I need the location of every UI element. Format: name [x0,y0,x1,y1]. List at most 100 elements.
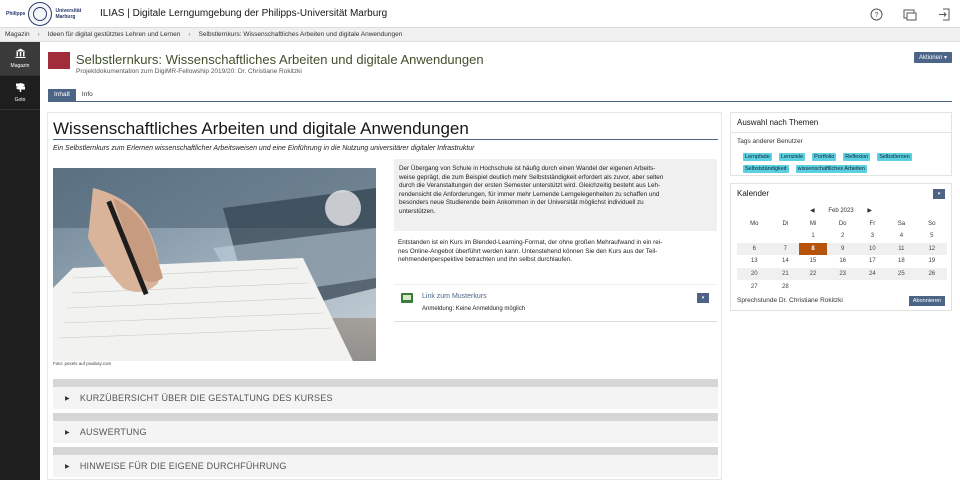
calendar-day[interactable]: 26 [916,267,947,280]
weekday-header: Sa [897,220,906,227]
actions-button[interactable]: Aktionen ▾ [913,52,952,63]
infobox-line: rendensicht die Anforderungen, für immer… [399,190,660,198]
calendar-week-row: 6 7 8 9 10 11 12 [737,242,947,255]
tag-link[interactable]: Selbstlernen [877,153,912,161]
accordion-title: KURZÜBERSICHT ÜBER DIE GESTALTUNG DES KU… [79,393,333,403]
weekday-header: Fr [869,220,876,227]
expand-triangle-icon: ▶ [65,429,70,436]
calendar-title-text: Kalender [737,189,770,198]
calendar-day[interactable]: 28 [771,279,800,293]
calendar-week-row: 12345 [737,229,947,243]
breadcrumb-separator-icon: › [188,31,191,38]
calendar-day[interactable]: 5 [916,229,947,243]
accordion-header[interactable]: ▶ KURZÜBERSICHT ÜBER DIE GESTALTUNG DES … [53,387,718,409]
calendar-event-label[interactable]: Sprechstunde Dr. Christiane Rokitzki [737,297,843,304]
tag-link[interactable]: Selbstständigkeit [743,165,789,173]
calendar-month: Feb 2023 [828,208,854,214]
calendar-day[interactable]: 10 [858,242,887,255]
calendar-actions-dropdown[interactable]: ▾ [933,189,945,199]
paragraph-line: nes Online-Angebot überführt werden kann… [398,247,658,255]
calendar-day[interactable]: 13 [737,254,772,268]
accordion-overview: ▶ KURZÜBERSICHT ÜBER DIE GESTALTUNG DES … [53,379,718,409]
breadcrumb-item[interactable]: Selbstlernkurs: Wissenschaftliches Arbei… [199,31,403,38]
tag-link[interactable]: wissenschaftliches Arbeiten [795,165,867,173]
subscribe-button[interactable]: Abonnieren [908,295,945,306]
accordion-hints: ▶ HINWEISE FÜR DIE EIGENE DURCHFÜHRUNG [53,447,718,477]
tag-link[interactable]: Reflexion [843,153,871,161]
calendar-week-row: 27 28 [737,279,947,293]
expand-triangle-icon: ▶ [65,463,70,470]
calendar-day[interactable]: 18 [886,254,917,268]
breadcrumb-item[interactable]: Ideen für digital gestütztes Lehren und … [48,31,181,38]
header: Philipps Universität Marburg ILIAS | Dig… [0,0,960,28]
tab-info[interactable]: Info [76,89,99,102]
calendar-day[interactable]: 14 [771,254,800,268]
signpost-icon [15,82,26,95]
item-actions-dropdown[interactable]: ▾ [697,293,709,303]
calendar-day[interactable]: 21 [771,267,800,280]
calendar-day[interactable]: 23 [826,267,859,280]
calendar-day[interactable]: 19 [916,254,947,268]
link-list-item: Link zum Musterkurs Anmeldung: Keine Anm… [394,284,717,322]
university-logo[interactable]: Philipps Universität Marburg [0,0,88,28]
tags-label: Tags anderer Benutzer [737,138,803,145]
content-heading: Wissenschaftliches Arbeiten und digitale… [53,119,469,138]
accordion-header[interactable]: ▶ HINWEISE FÜR DIE EIGENE DURCHFÜHRUNG [53,455,718,477]
next-month-icon[interactable]: ▶ [867,208,872,214]
accordion-divider [53,379,718,387]
mainbar-item-magazin[interactable]: Magazin [0,42,40,76]
breadcrumb-item[interactable]: Magazin [5,31,30,38]
tag-link[interactable]: Lernpfade [743,153,772,161]
intro-infobox: Der Übergang von Schule in Hochschule is… [394,159,717,231]
tag-link[interactable]: Portfolio [812,153,837,161]
calendar-day[interactable]: 9 [826,242,859,255]
accordion-divider [53,447,718,455]
calendar-panel: Kalender ▾ ◀ Feb 2023 ▶ Mo Di Mi Do Fr S… [730,183,952,311]
mainbar: Magazin Goto [0,42,40,480]
calendar-day[interactable]: 8 [799,242,827,255]
calendar-day[interactable]: 7 [771,242,800,255]
tag-link[interactable]: Lernziele [778,153,806,161]
calendar-day[interactable]: 24 [858,267,887,280]
link-title[interactable]: Link zum Musterkurs [422,293,487,300]
infobox-line: durch die Veranstaltungen der ersten Sem… [399,182,661,190]
help-icon[interactable]: ? [868,6,884,22]
course-photo [53,168,376,361]
calendar-day[interactable]: 4 [886,229,917,243]
tags-panel-title: Auswahl nach Themen [731,113,951,133]
prev-month-icon[interactable]: ◀ [810,208,815,214]
calendar-day [771,229,800,243]
mainbar-item-goto[interactable]: Goto [0,76,40,110]
logout-icon[interactable] [936,6,952,22]
intro-paragraph: Entstanden ist ein Kurs im Blended-Learn… [398,239,716,265]
calendar-day[interactable]: 1 [799,229,827,243]
infobox-line: Der Übergang von Schule in Hochschule is… [399,165,656,172]
svg-text:?: ? [874,12,878,19]
calendar-day[interactable]: 20 [737,267,772,280]
calendar-day[interactable]: 17 [858,254,887,268]
calendar-day [737,229,772,243]
calendar-day[interactable]: 22 [799,267,827,280]
infobox-line: weise geprägt, die zum Beispiel deutlich… [399,173,664,181]
calendar-day[interactable]: 15 [799,254,827,268]
calendar-week-row: 13 14 15 16 17 18 19 [737,254,947,268]
calendar-footer: Sprechstunde Dr. Christiane Rokitzki Abo… [731,295,951,311]
weekday-header: Mi [809,220,817,227]
calendar-day[interactable]: 12 [916,242,947,255]
weekday-header: Di [782,220,789,227]
notification-icon[interactable] [902,6,918,22]
infobox-line: unterstützen. [399,207,436,215]
calendar-day[interactable]: 16 [826,254,859,268]
calendar-day[interactable]: 3 [858,229,887,243]
breadcrumb-separator-icon: › [37,31,40,38]
tab-inhalt[interactable]: Inhalt [48,89,76,102]
calendar-day[interactable]: 6 [737,242,772,255]
calendar-day[interactable]: 11 [886,242,917,255]
calendar-day[interactable]: 2 [826,229,859,243]
calendar-day[interactable]: 27 [737,279,772,293]
calendar-day [799,279,827,293]
paragraph-line: Entstanden ist ein Kurs im Blended-Learn… [398,239,663,246]
course-icon [48,52,70,69]
calendar-day[interactable]: 25 [886,267,917,280]
accordion-header[interactable]: ▶ AUSWERTUNG [53,421,718,443]
